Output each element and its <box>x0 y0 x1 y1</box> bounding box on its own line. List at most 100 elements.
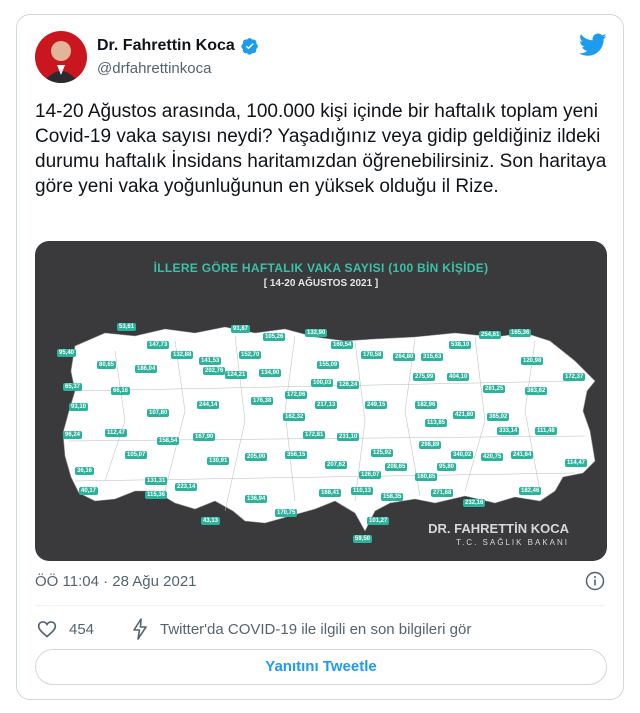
map-label: 101,27 <box>367 517 390 525</box>
map-label: 125,92 <box>371 449 394 457</box>
verified-badge-icon <box>241 38 258 55</box>
map-label: 112,47 <box>105 429 128 437</box>
map-label: 241,64 <box>511 451 534 459</box>
map-label: 136,94 <box>245 495 268 503</box>
map-label: 132,90 <box>305 329 328 337</box>
map-label: 95,80 <box>437 463 457 471</box>
map-label: 111,48 <box>535 427 557 435</box>
author-handle[interactable]: @drfahrettinkoca <box>97 60 211 77</box>
twitter-bird-icon[interactable] <box>579 33 607 57</box>
map-label: 170,75 <box>275 509 298 517</box>
map-label: 254,61 <box>479 331 502 339</box>
reply-button[interactable]: Yanıtını Tweetle <box>35 649 607 685</box>
map-label: 275,99 <box>413 373 436 381</box>
tweet-text: 14-20 Ağustos arasında, 100.000 kişi içi… <box>35 101 607 197</box>
map-label: 110,13 <box>351 487 374 495</box>
map-label: 172,06 <box>285 391 308 399</box>
map-label: 105,26 <box>263 333 286 341</box>
map-label: 182,46 <box>519 487 542 495</box>
map-label: 155,09 <box>317 361 340 369</box>
map-label: 115,36 <box>145 491 168 499</box>
map-label: 404,10 <box>447 373 470 381</box>
info-icon[interactable] <box>585 571 605 591</box>
map-label: 168,41 <box>319 489 342 497</box>
map-label: 208,65 <box>385 463 408 471</box>
map-label: 160,54 <box>331 341 354 349</box>
map-label: 182,96 <box>415 401 438 409</box>
map-label: 95,40 <box>57 349 77 357</box>
map-label: 172,81 <box>303 431 326 439</box>
map-label: 80,65 <box>97 361 117 369</box>
map-label: 333,14 <box>497 427 520 435</box>
map-label: 36,16 <box>75 467 95 475</box>
map-label: 383,62 <box>525 387 548 395</box>
map-label: 315,63 <box>421 353 444 361</box>
map-label: 93,10 <box>69 403 89 411</box>
tweet-timestamp[interactable]: ÖÖ 11:04 · 28 Ağu 2021 <box>35 573 197 590</box>
map-label: 205,00 <box>245 453 268 461</box>
map-label: 356,15 <box>285 451 308 459</box>
heart-icon[interactable] <box>37 619 57 639</box>
map-label: 231,10 <box>337 433 360 441</box>
map-label: 53,61 <box>117 323 137 331</box>
map-label: 170,58 <box>361 351 384 359</box>
map-label: 298,89 <box>419 441 442 449</box>
covid-info-link[interactable]: Twitter'da COVID-19 ile ilgili en son bi… <box>160 621 471 638</box>
avatar[interactable] <box>35 31 87 83</box>
map-brand-name: DR. FAHRETTİN KOCA <box>428 521 569 536</box>
map-label: 152,70 <box>239 351 262 359</box>
author-name-row[interactable]: Dr. Fahrettin Koca <box>97 37 259 55</box>
map-label: 281,25 <box>483 385 506 393</box>
map-label: 105,07 <box>125 451 148 459</box>
map-label: 132,88 <box>171 351 194 359</box>
map-label: 100,03 <box>311 379 334 387</box>
map-label: 207,62 <box>325 461 348 469</box>
map-label: 134,90 <box>259 369 282 377</box>
map-label: 385,02 <box>487 413 510 421</box>
map-label: 91,87 <box>231 325 251 333</box>
map-label: 264,80 <box>393 353 416 361</box>
map-label: 107,80 <box>147 409 170 417</box>
map-label: 165,36 <box>509 329 532 337</box>
map-label: 160,85 <box>415 473 438 481</box>
map-label: 244,14 <box>197 401 220 409</box>
map-label: 202,76 <box>203 367 226 375</box>
map-label: 59,50 <box>353 535 373 543</box>
map-label: 65,37 <box>63 383 83 391</box>
map-label: 126,24 <box>337 381 360 389</box>
map-label: 167,90 <box>193 433 216 441</box>
map-label: 223,14 <box>175 483 198 491</box>
map-label: 96,24 <box>63 431 83 439</box>
map-label: 176,38 <box>251 397 274 405</box>
map-label: 114,47 <box>565 459 588 467</box>
map-label: 158,35 <box>381 493 404 501</box>
map-label: 130,91 <box>207 457 230 465</box>
map-label: 113,85 <box>425 419 448 427</box>
map-label: 340,02 <box>451 451 474 459</box>
map-label: 124,21 <box>225 371 248 379</box>
map-label: 126,07 <box>359 471 382 479</box>
map-label: 217,13 <box>315 401 338 409</box>
map-label: 186,04 <box>135 365 158 373</box>
map-label: 141,53 <box>199 357 222 365</box>
like-count[interactable]: 454 <box>69 621 94 638</box>
map-label: 172,37 <box>563 373 586 381</box>
map-label: 40,17 <box>79 487 99 495</box>
tweet-media-image[interactable]: İLLERE GÖRE HAFTALIK VAKA SAYISI (100 Bİ… <box>35 241 607 561</box>
map-label: 271,68 <box>431 489 454 497</box>
author-name[interactable]: Dr. Fahrettin Koca <box>97 37 235 55</box>
tweet-card: Dr. Fahrettin Koca @drfahrettinkoca 14-2… <box>16 14 624 700</box>
map-label: 147,73 <box>147 341 170 349</box>
map-label: 131,31 <box>145 477 168 485</box>
divider <box>35 605 605 606</box>
map-label: 158,54 <box>157 437 180 445</box>
map-label: 249,15 <box>365 401 388 409</box>
lightning-icon <box>133 618 147 640</box>
map-brand-subtitle: T.C. SAĞLIK BAKANI <box>456 538 569 547</box>
map-label: 43,13 <box>201 517 221 525</box>
map-label: 66,16 <box>111 387 131 395</box>
map-label: 120,98 <box>521 357 544 365</box>
map-label: 421,80 <box>453 411 476 419</box>
map-label: 420,75 <box>481 453 504 461</box>
map-label: 232,16 <box>463 499 486 507</box>
